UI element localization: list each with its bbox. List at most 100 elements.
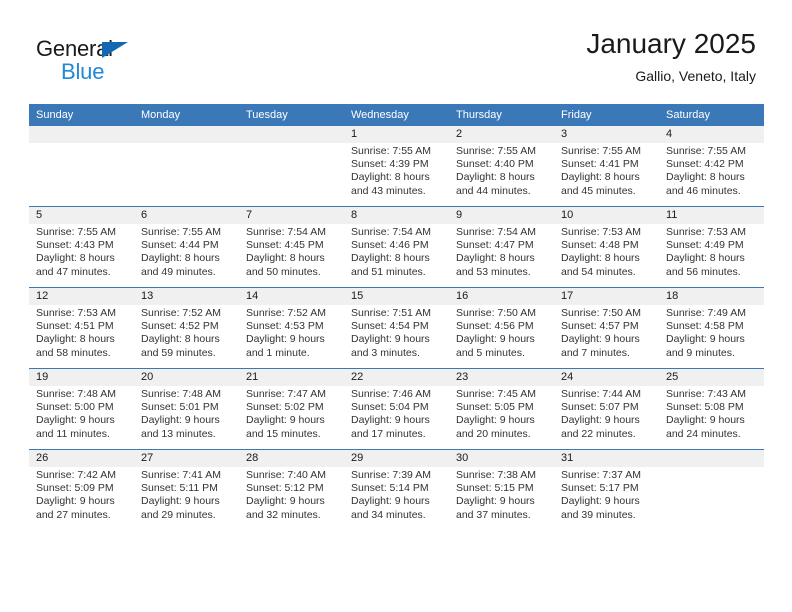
calendar-day-cell[interactable]: 3 Sunrise: 7:55 AM Sunset: 4:41 PM Daylight…	[554, 126, 659, 207]
calendar-day-cell[interactable]: 27 Sunrise: 7:41 AM Sunset: 5:11 PM Dayligh…	[134, 449, 239, 530]
calendar-day-cell[interactable]: 9 Sunrise: 7:54 AM Sunset: 4:47 PM Daylight…	[449, 206, 554, 288]
calendar-day-cell[interactable]: 21 Sunrise: 7:47 AM Sunset: 5:02 PM Dayligh…	[239, 368, 344, 450]
daylight-duration-line1: Daylight: 8 hours	[666, 171, 745, 184]
daylight-duration-line2: and 37 minutes.	[456, 508, 531, 521]
calendar-day-cell[interactable]: 8 Sunrise: 7:54 AM Sunset: 4:46 PM Daylight…	[344, 206, 449, 288]
daylight-duration-line1: Daylight: 9 hours	[666, 333, 745, 346]
day-details: Sunrise: 7:44 AM Sunset: 5:07 PM Daylight:…	[554, 386, 659, 441]
calendar-day-cell[interactable]: 12 Sunrise: 7:53 AM Sunset: 4:51 PM Dayligh…	[29, 287, 134, 369]
day-details: Sunrise: 7:48 AM Sunset: 5:01 PM Daylight:…	[134, 386, 239, 441]
daylight-duration-line2: and 49 minutes.	[141, 265, 216, 278]
sunset-time: Sunset: 5:00 PM	[36, 401, 114, 414]
calendar-day-cell[interactable]: 25 Sunrise: 7:43 AM Sunset: 5:08 PM Dayligh…	[659, 368, 764, 450]
calendar-day-cell[interactable]: 2 Sunrise: 7:55 AM Sunset: 4:40 PM Daylight…	[449, 126, 554, 207]
sunrise-time: Sunrise: 7:50 AM	[456, 307, 536, 319]
calendar-day-cell[interactable]: 13 Sunrise: 7:52 AM Sunset: 4:52 PM Dayligh…	[134, 287, 239, 369]
calendar-day-cell[interactable]: 6 Sunrise: 7:55 AM Sunset: 4:44 PM Daylight…	[134, 206, 239, 288]
calendar-day-cell[interactable]: 31 Sunrise: 7:37 AM Sunset: 5:17 PM Dayligh…	[554, 449, 659, 530]
daylight-duration-line2: and 32 minutes.	[246, 508, 321, 521]
sunrise-time: Sunrise: 7:55 AM	[456, 145, 536, 157]
weekday-header-monday: Monday	[134, 104, 239, 126]
sunset-time: Sunset: 4:45 PM	[246, 239, 324, 252]
calendar-day-cell[interactable]: 1 Sunrise: 7:55 AM Sunset: 4:39 PM Daylight…	[344, 126, 449, 207]
calendar-day-cell-empty	[659, 449, 764, 530]
daylight-duration-line1: Daylight: 9 hours	[561, 495, 640, 508]
daylight-duration-line2: and 46 minutes.	[666, 184, 741, 197]
sunset-time: Sunset: 4:49 PM	[666, 239, 744, 252]
daylight-duration-line2: and 54 minutes.	[561, 265, 636, 278]
day-number: 21	[239, 369, 344, 386]
daylight-duration-line2: and 13 minutes.	[141, 427, 216, 440]
daylight-duration-line1: Daylight: 8 hours	[561, 252, 640, 265]
calendar-day-cell-empty	[239, 126, 344, 207]
calendar-day-cell[interactable]: 20 Sunrise: 7:48 AM Sunset: 5:01 PM Dayligh…	[134, 368, 239, 450]
sunset-time: Sunset: 4:51 PM	[36, 320, 114, 333]
calendar-day-cell[interactable]: 15 Sunrise: 7:51 AM Sunset: 4:54 PM Dayligh…	[344, 287, 449, 369]
calendar-day-cell[interactable]: 5 Sunrise: 7:55 AM Sunset: 4:43 PM Daylight…	[29, 206, 134, 288]
sunset-time: Sunset: 4:41 PM	[561, 158, 639, 171]
day-number: 27	[134, 450, 239, 467]
day-details: Sunrise: 7:55 AM Sunset: 4:41 PM Daylight:…	[554, 143, 659, 198]
daylight-duration-line2: and 15 minutes.	[246, 427, 321, 440]
weekday-header-sunday: Sunday	[29, 104, 134, 126]
sunrise-time: Sunrise: 7:39 AM	[351, 469, 431, 481]
sunset-time: Sunset: 4:39 PM	[351, 158, 429, 171]
brand-logo[interactable]: General Blue	[36, 36, 186, 86]
sunset-time: Sunset: 5:15 PM	[456, 482, 534, 495]
calendar-day-cell[interactable]: 16 Sunrise: 7:50 AM Sunset: 4:56 PM Dayligh…	[449, 287, 554, 369]
daylight-duration-line1: Daylight: 9 hours	[246, 414, 325, 427]
daylight-duration-line1: Daylight: 8 hours	[666, 252, 745, 265]
calendar-day-cell[interactable]: 10 Sunrise: 7:53 AM Sunset: 4:48 PM Dayligh…	[554, 206, 659, 288]
daylight-duration-line1: Daylight: 9 hours	[141, 414, 220, 427]
daylight-duration-line2: and 45 minutes.	[561, 184, 636, 197]
calendar-day-cell[interactable]: 14 Sunrise: 7:52 AM Sunset: 4:53 PM Dayligh…	[239, 287, 344, 369]
day-number: 9	[449, 207, 554, 224]
calendar-day-cell[interactable]: 4 Sunrise: 7:55 AM Sunset: 4:42 PM Daylight…	[659, 126, 764, 207]
sunrise-time: Sunrise: 7:41 AM	[141, 469, 221, 481]
sunrise-time: Sunrise: 7:48 AM	[36, 388, 116, 400]
calendar-table: Sunday Monday Tuesday Wednesday Thursday…	[29, 104, 764, 530]
sunset-time: Sunset: 4:47 PM	[456, 239, 534, 252]
day-number: 30	[449, 450, 554, 467]
sunset-time: Sunset: 5:08 PM	[666, 401, 744, 414]
sunrise-time: Sunrise: 7:44 AM	[561, 388, 641, 400]
day-details: Sunrise: 7:39 AM Sunset: 5:14 PM Daylight:…	[344, 467, 449, 522]
sunrise-time: Sunrise: 7:45 AM	[456, 388, 536, 400]
day-number	[659, 450, 764, 467]
sunset-time: Sunset: 5:02 PM	[246, 401, 324, 414]
daylight-duration-line1: Daylight: 9 hours	[36, 414, 115, 427]
calendar-day-cell[interactable]: 23 Sunrise: 7:45 AM Sunset: 5:05 PM Dayligh…	[449, 368, 554, 450]
calendar-day-cell[interactable]: 11 Sunrise: 7:53 AM Sunset: 4:49 PM Dayligh…	[659, 206, 764, 288]
sunrise-time: Sunrise: 7:55 AM	[141, 226, 221, 238]
daylight-duration-line1: Daylight: 9 hours	[351, 495, 430, 508]
calendar-day-cell[interactable]: 28 Sunrise: 7:40 AM Sunset: 5:12 PM Dayligh…	[239, 449, 344, 530]
sunrise-time: Sunrise: 7:53 AM	[561, 226, 641, 238]
calendar-day-cell[interactable]: 7 Sunrise: 7:54 AM Sunset: 4:45 PM Daylight…	[239, 206, 344, 288]
day-details: Sunrise: 7:53 AM Sunset: 4:48 PM Daylight:…	[554, 224, 659, 279]
sunset-time: Sunset: 4:53 PM	[246, 320, 324, 333]
sunset-time: Sunset: 4:43 PM	[36, 239, 114, 252]
calendar-day-cell[interactable]: 18 Sunrise: 7:49 AM Sunset: 4:58 PM Dayligh…	[659, 287, 764, 369]
calendar-day-cell[interactable]: 17 Sunrise: 7:50 AM Sunset: 4:57 PM Dayligh…	[554, 287, 659, 369]
day-details: Sunrise: 7:40 AM Sunset: 5:12 PM Daylight:…	[239, 467, 344, 522]
calendar-day-cell[interactable]: 19 Sunrise: 7:48 AM Sunset: 5:00 PM Dayligh…	[29, 368, 134, 450]
sunset-time: Sunset: 4:57 PM	[561, 320, 639, 333]
day-details: Sunrise: 7:43 AM Sunset: 5:08 PM Daylight:…	[659, 386, 764, 441]
calendar-day-cell[interactable]: 29 Sunrise: 7:39 AM Sunset: 5:14 PM Dayligh…	[344, 449, 449, 530]
sunset-time: Sunset: 4:56 PM	[456, 320, 534, 333]
sunset-time: Sunset: 4:48 PM	[561, 239, 639, 252]
sunrise-time: Sunrise: 7:53 AM	[666, 226, 746, 238]
calendar-day-cell[interactable]: 22 Sunrise: 7:46 AM Sunset: 5:04 PM Dayligh…	[344, 368, 449, 450]
daylight-duration-line1: Daylight: 9 hours	[456, 333, 535, 346]
sunrise-time: Sunrise: 7:49 AM	[666, 307, 746, 319]
daylight-duration-line1: Daylight: 9 hours	[351, 414, 430, 427]
day-number: 25	[659, 369, 764, 386]
daylight-duration-line1: Daylight: 9 hours	[456, 495, 535, 508]
calendar-day-cell[interactable]: 30 Sunrise: 7:38 AM Sunset: 5:15 PM Dayligh…	[449, 449, 554, 530]
day-number: 6	[134, 207, 239, 224]
day-details: Sunrise: 7:54 AM Sunset: 4:46 PM Daylight:…	[344, 224, 449, 279]
calendar-day-cell[interactable]: 24 Sunrise: 7:44 AM Sunset: 5:07 PM Dayligh…	[554, 368, 659, 450]
sunrise-time: Sunrise: 7:52 AM	[246, 307, 326, 319]
calendar-week-row: 1 Sunrise: 7:55 AM Sunset: 4:39 PM Daylight…	[29, 126, 764, 207]
calendar-day-cell[interactable]: 26 Sunrise: 7:42 AM Sunset: 5:09 PM Dayligh…	[29, 449, 134, 530]
